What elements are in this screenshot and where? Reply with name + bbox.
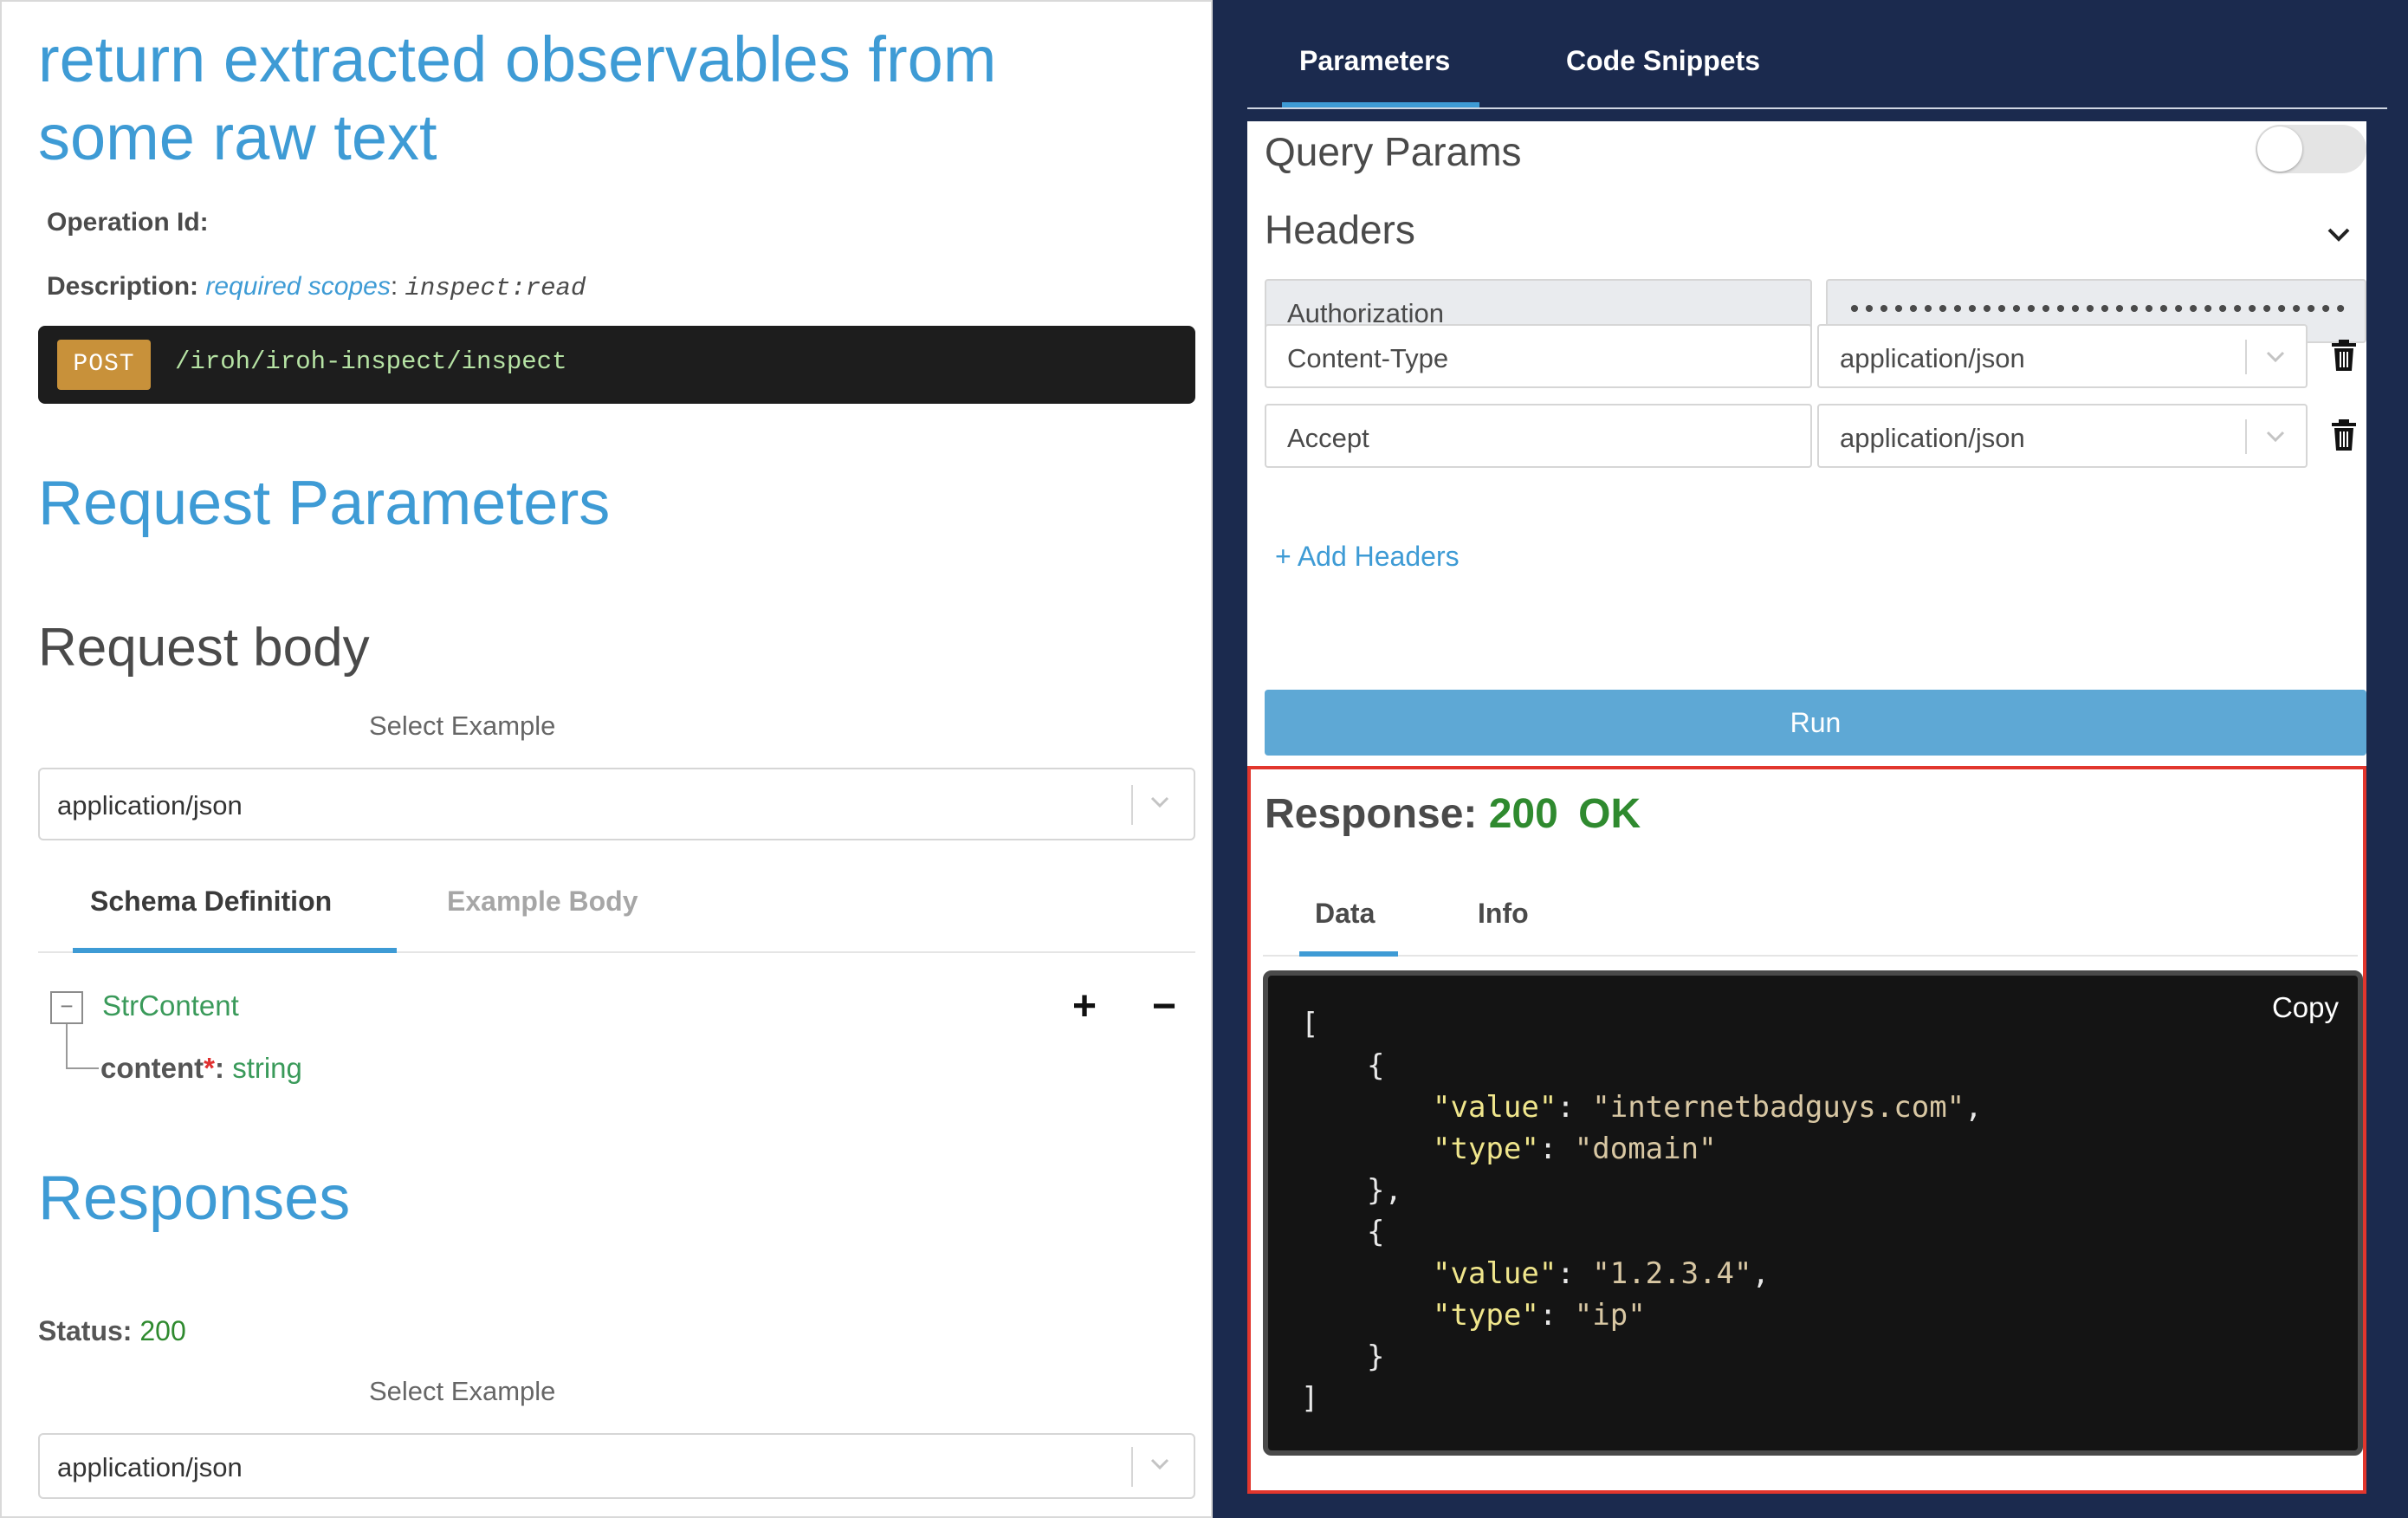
- chevron-down-icon: [1150, 1458, 1169, 1470]
- query-params-toggle[interactable]: [2256, 125, 2366, 173]
- schema-root-name: StrContent: [102, 989, 239, 1022]
- json-brace: },: [1367, 1173, 1402, 1208]
- response-json-viewer: Copy [ { "value": "internetbadguys.com",…: [1263, 970, 2363, 1456]
- collapse-node-icon[interactable]: −: [50, 991, 83, 1024]
- masked-token: ••••••••••••••••••••••••••••••••••••••••…: [1847, 296, 2346, 326]
- response-example-select[interactable]: application/json: [38, 1433, 1195, 1499]
- chevron-down-icon: [1150, 796, 1169, 808]
- select-divider: [2245, 419, 2247, 454]
- json-line: "type": "ip": [1433, 1298, 1646, 1333]
- scope-code: inspect:read: [405, 274, 586, 302]
- tab-example-body[interactable]: Example Body: [447, 886, 638, 918]
- json-bracket: ]: [1301, 1381, 1319, 1416]
- json-line: "type": "domain": [1433, 1132, 1717, 1166]
- header-value-accept-select[interactable]: application/json: [1817, 404, 2308, 468]
- headers-title: Headers: [1265, 207, 1415, 252]
- collapse-all-icon[interactable]: −: [1145, 986, 1183, 1028]
- tab-schema-definition[interactable]: Schema Definition: [90, 886, 332, 918]
- description-row: Description: required scopes: inspect:re…: [47, 272, 586, 302]
- chevron-down-icon[interactable]: [2321, 217, 2356, 251]
- parameters-panel: Query Params Headers Authorization •••••…: [1247, 121, 2366, 766]
- operation-details-pane: return extracted observables from some r…: [0, 0, 1213, 1518]
- schema-field: content*: string: [100, 1052, 302, 1085]
- active-tab-indicator: [73, 948, 397, 953]
- trash-icon[interactable]: [2328, 338, 2359, 373]
- tab-info[interactable]: Info: [1478, 898, 1529, 930]
- status-value: 200: [139, 1315, 186, 1346]
- header-key-text: Content-Type: [1287, 343, 1449, 373]
- try-it-panel: Parameters Code Snippets Query Params He…: [1213, 0, 2408, 1518]
- field-colon: :: [215, 1052, 225, 1084]
- tabs-divider: [1247, 107, 2387, 109]
- status-label: Status:: [38, 1315, 133, 1346]
- request-body-heading: Request body: [38, 618, 370, 678]
- expand-all-icon[interactable]: +: [1065, 986, 1104, 1028]
- operation-id-label: Operation Id:: [47, 208, 209, 237]
- endpoint-bar: POST /iroh/iroh-inspect/inspect: [38, 326, 1195, 404]
- tab-data[interactable]: Data: [1315, 898, 1375, 930]
- json-value: 1.2.3.4: [1609, 1256, 1735, 1291]
- add-headers-link[interactable]: + Add Headers: [1275, 541, 1460, 573]
- description-label: Description:: [47, 272, 199, 301]
- description-separator: :: [390, 272, 405, 301]
- select-divider: [1131, 1447, 1133, 1487]
- json-bracket: [: [1301, 1007, 1319, 1041]
- tree-connector: [66, 1067, 99, 1069]
- request-example-select[interactable]: application/json: [38, 768, 1195, 840]
- tab-code-snippets[interactable]: Code Snippets: [1566, 45, 1760, 77]
- field-type: string: [232, 1052, 302, 1084]
- header-key-content-type[interactable]: Content-Type: [1265, 324, 1812, 388]
- toggle-knob: [2257, 126, 2302, 172]
- json-type: ip: [1592, 1298, 1628, 1333]
- header-value-text: application/json: [1840, 343, 2025, 373]
- select-divider: [1131, 785, 1133, 825]
- request-example-select-value: application/json: [57, 790, 243, 821]
- http-method-badge: POST: [57, 340, 151, 390]
- required-scopes-link[interactable]: required scopes: [205, 272, 390, 301]
- json-type: domain: [1592, 1132, 1699, 1166]
- request-parameters-heading: Request Parameters: [38, 469, 611, 538]
- endpoint-path: /iroh/iroh-inspect/inspect: [175, 347, 567, 376]
- response-example-select-value: application/json: [57, 1452, 243, 1482]
- response-panel: Response: 200 OK Data Info Copy [ { "val…: [1247, 766, 2366, 1494]
- header-value-text: application/json: [1840, 423, 2025, 453]
- tree-connector: [66, 1024, 68, 1069]
- response-status-text: OK: [1578, 791, 1641, 837]
- active-tab-indicator: [1299, 951, 1398, 957]
- field-name: content: [100, 1052, 204, 1084]
- json-brace: }: [1367, 1340, 1385, 1374]
- header-key-text: Accept: [1287, 423, 1369, 453]
- active-tab-indicator: [1282, 102, 1479, 107]
- operation-title: return extracted observables from some r…: [38, 23, 997, 173]
- select-example-label: Select Example: [369, 710, 556, 741]
- header-value-content-type-select[interactable]: application/json: [1817, 324, 2308, 388]
- json-line: "value": "1.2.3.4",: [1433, 1256, 1770, 1291]
- copy-button[interactable]: Copy: [2272, 991, 2339, 1024]
- responses-heading: Responses: [38, 1164, 351, 1233]
- query-params-title: Query Params: [1265, 129, 1522, 174]
- json-brace: {: [1367, 1215, 1385, 1249]
- response-status-code: 200: [1488, 791, 1558, 837]
- json-line: "value": "internetbadguys.com",: [1433, 1090, 1983, 1125]
- response-select-example-label: Select Example: [369, 1376, 556, 1406]
- tab-parameters[interactable]: Parameters: [1299, 45, 1450, 77]
- select-divider: [2245, 340, 2247, 374]
- schema-tabs: Schema Definition Example Body: [38, 868, 1195, 953]
- required-marker: *: [204, 1052, 216, 1084]
- response-tabs: Data Info: [1263, 875, 2358, 957]
- chevron-down-icon: [2266, 351, 2285, 363]
- trash-icon[interactable]: [2328, 418, 2359, 452]
- response-heading: Response: 200 OK: [1265, 790, 1641, 838]
- chevron-down-icon: [2266, 431, 2285, 443]
- status-line: Status: 200: [38, 1315, 186, 1347]
- response-label: Response:: [1265, 791, 1478, 837]
- json-value: internetbadguys.com: [1609, 1090, 1947, 1125]
- header-key-accept[interactable]: Accept: [1265, 404, 1812, 468]
- run-button[interactable]: Run: [1265, 690, 2366, 756]
- json-brace: {: [1367, 1048, 1385, 1083]
